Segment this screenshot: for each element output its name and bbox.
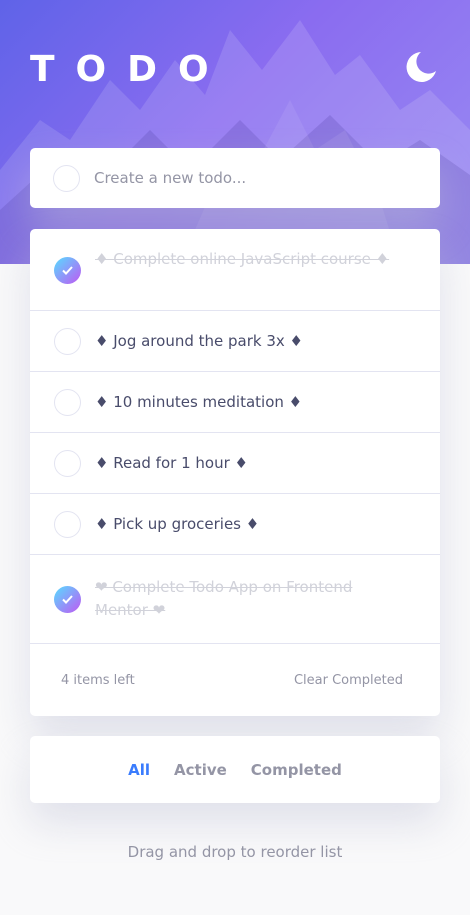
create-todo-input[interactable] (94, 169, 414, 187)
todo-checkbox[interactable] (54, 511, 81, 538)
mountain-background-image (0, 20, 470, 264)
todo-text: ♦ Complete online JavaScript course ♦ (95, 250, 390, 268)
create-todo-checkbox[interactable] (53, 164, 80, 192)
todo-item[interactable]: ♦ Jog around the park 3x ♦ (30, 311, 440, 372)
moon-icon[interactable] (404, 50, 438, 84)
todo-text: ♦ 10 minutes meditation ♦ (95, 393, 303, 411)
todo-checkbox[interactable] (54, 389, 81, 416)
todo-list: ♦ Complete online JavaScript course ♦ ♦ … (30, 229, 440, 716)
todo-checkbox-checked[interactable] (54, 586, 81, 613)
todo-text: ❤ Complete Todo App on Frontend Mentor ❤ (95, 578, 353, 619)
todo-checkbox[interactable] (54, 328, 81, 355)
header-background: TODO (0, 0, 470, 264)
todo-item[interactable]: ♦ Read for 1 hour ♦ (30, 433, 440, 494)
todo-item[interactable]: ♦ Complete online JavaScript course ♦ (30, 229, 440, 311)
create-todo-bar (30, 148, 440, 208)
todo-checkbox[interactable] (54, 450, 81, 477)
filter-completed-button[interactable]: Completed (251, 761, 342, 779)
clear-completed-button[interactable]: Clear Completed (294, 673, 403, 688)
todo-text: ♦ Read for 1 hour ♦ (95, 454, 248, 472)
filter-all-button[interactable]: All (128, 761, 150, 779)
todo-checkbox-checked[interactable] (54, 257, 81, 284)
filter-bar: All Active Completed (30, 736, 440, 803)
app-title: TODO (30, 49, 230, 90)
todo-text: ♦ Jog around the park 3x ♦ (95, 332, 303, 350)
items-left-count: 4 items left (61, 672, 135, 688)
todo-item[interactable]: ♦ 10 minutes meditation ♦ (30, 372, 440, 433)
list-footer: 4 items left Clear Completed (30, 644, 440, 716)
check-icon (62, 266, 73, 275)
filter-active-button[interactable]: Active (174, 761, 227, 779)
todo-item[interactable]: ♦ Pick up groceries ♦ (30, 494, 440, 555)
drag-drop-hint: Drag and drop to reorder list (127, 843, 343, 861)
todo-item[interactable]: ❤ Complete Todo App on Frontend Mentor ❤ (30, 555, 440, 644)
todo-text: ♦ Pick up groceries ♦ (95, 515, 260, 533)
check-icon (62, 595, 73, 604)
